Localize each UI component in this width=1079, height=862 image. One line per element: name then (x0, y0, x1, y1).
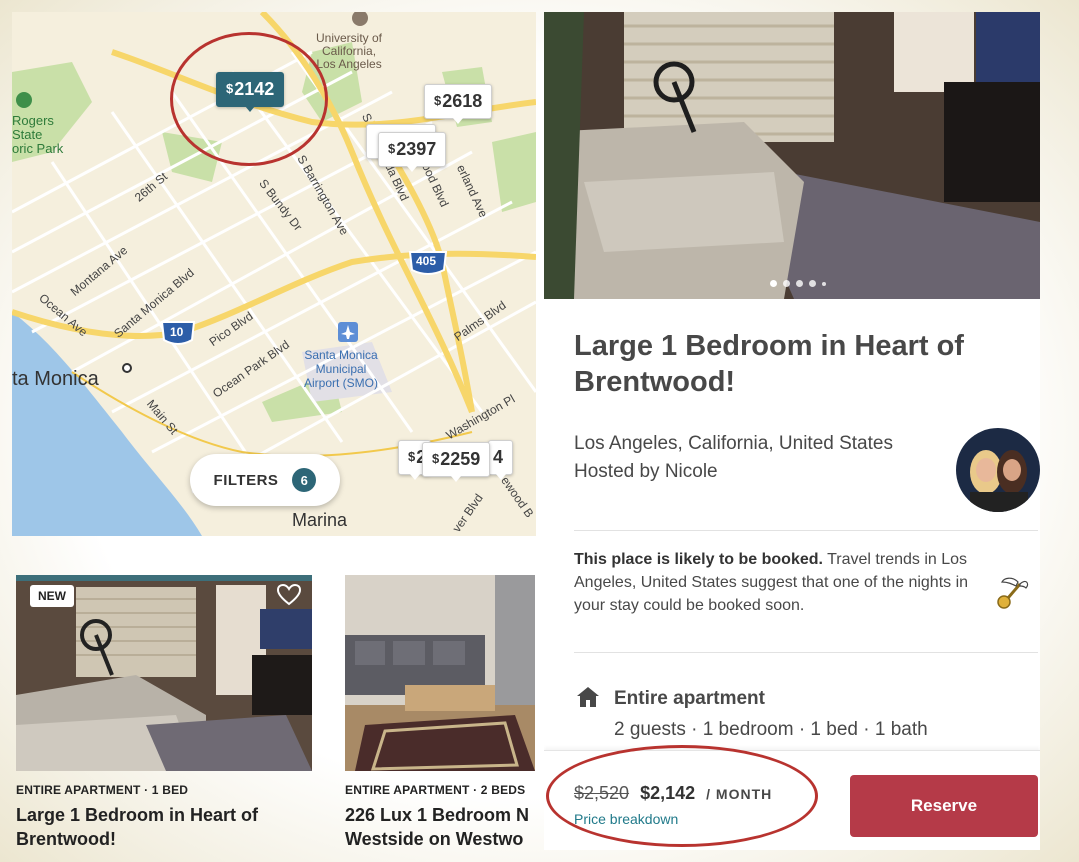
filters-count-badge: 6 (292, 468, 317, 492)
airport-label: Santa Monica Municipal Airport (SMO) (304, 348, 379, 390)
listing-title: Large 1 Bedroom in Heart of Brentwood! (16, 805, 259, 849)
pin-price: 2397 (396, 139, 437, 159)
listing-card[interactable]: ENTIRE APARTMENT · 2 BEDS 226 Lux 1 Bedr… (345, 575, 535, 851)
city-label: ta Monica (12, 368, 99, 390)
apartment-details: 2 guests · 1 bedroom · 1 bed · 1 bath (614, 719, 928, 740)
listing-location-host: Los Angeles, California, United States H… (574, 430, 893, 486)
city-label: Marina (292, 510, 348, 530)
key-with-wings-icon (997, 577, 1029, 609)
pagination-dot[interactable] (796, 280, 803, 287)
ucla-label: University of California, Los Angeles (316, 31, 383, 71)
new-badge: NEW (30, 585, 74, 607)
filters-button[interactable]: FILTERS 6 (190, 454, 340, 506)
pagination-dot[interactable] (783, 280, 790, 287)
map-price-pin[interactable]: 4 (488, 440, 514, 480)
pagination-dot[interactable] (822, 281, 826, 286)
divider (574, 652, 1038, 653)
currency-symbol: $ (388, 141, 396, 156)
annotation-circle (546, 745, 818, 847)
host-avatar[interactable] (956, 428, 1040, 512)
currency-symbol: $ (434, 93, 442, 108)
host-name: Hosted by Nicole (574, 461, 718, 482)
listing-location: Los Angeles, California, United States (574, 433, 893, 454)
apartment-type: Entire apartment (614, 688, 765, 709)
listing-photo: NEW (16, 575, 312, 771)
pagination-dot[interactable] (770, 280, 777, 287)
booking-likelihood-notice: This place is likely to be booked. Trave… (574, 548, 974, 617)
listing-photo (345, 575, 535, 771)
divider (574, 530, 1038, 531)
map-price-pin[interactable]: $2618 (424, 84, 493, 124)
currency-symbol: $ (432, 451, 440, 466)
map-price-pin[interactable]: $2259 (422, 442, 491, 482)
park-label: Rogers State oric Park (12, 113, 64, 156)
interstate-405-label: 405 (416, 254, 437, 268)
map[interactable]: University of California, Los Angeles Ro… (12, 12, 536, 536)
listing-title: Large 1 Bedroom in Heart of Brentwood! (574, 330, 964, 398)
currency-symbol: $ (408, 449, 416, 464)
pin-price: 2259 (440, 449, 481, 469)
home-icon (577, 687, 599, 707)
listing-hero-photo[interactable] (544, 12, 1040, 299)
likely-heading: This place is likely to be booked. (574, 551, 823, 568)
annotation-circle (170, 32, 328, 166)
filters-label: FILTERS (213, 471, 279, 489)
photo-pagination-dots[interactable] (770, 280, 826, 287)
pin-price: 2618 (442, 91, 483, 111)
booking-bar: $2,520 $2,142 / MONTH Price breakdown Re… (544, 745, 1040, 850)
listing-meta: ENTIRE APARTMENT · 1 BED (16, 783, 189, 797)
interstate-10-label: 10 (170, 325, 184, 339)
map-price-pin[interactable]: $2397 (378, 132, 447, 172)
pin-price: 4 (493, 447, 504, 467)
listing-meta: ENTIRE APARTMENT · 2 BEDS (345, 783, 526, 797)
listing-card[interactable]: NEW ENTIRE APARTMENT · 1 BED Large 1 Bed… (16, 575, 316, 851)
reserve-button[interactable]: Reserve (850, 775, 1038, 837)
pagination-dot[interactable] (809, 280, 816, 287)
listing-detail-panel: Large 1 Bedroom in Heart of Brentwood! L… (544, 12, 1040, 850)
listing-title: 226 Lux 1 Bedroom N Westside on Westwo (345, 805, 530, 849)
heart-icon[interactable] (276, 583, 302, 607)
